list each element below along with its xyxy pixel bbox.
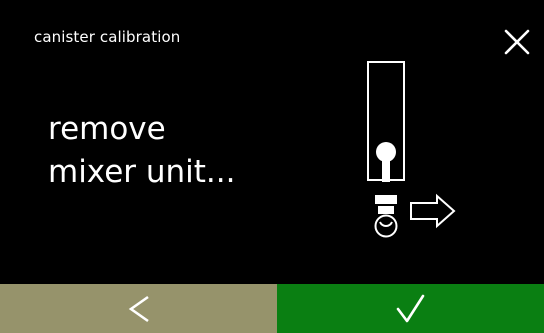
instruction-text: remove mixer unit...: [48, 108, 236, 194]
footer-bar: [0, 284, 544, 333]
confirm-button[interactable]: [277, 284, 544, 333]
checkmark-icon: [396, 294, 424, 322]
close-icon: [504, 29, 530, 55]
instruction-line-2: mixer unit...: [48, 154, 236, 190]
back-button[interactable]: [0, 284, 277, 333]
calibration-screen: canister calibration remove mixer unit..…: [0, 0, 544, 333]
chevron-left-icon: [128, 295, 149, 322]
mixer-unit-removal-icon: [356, 58, 468, 246]
screen-title: canister calibration: [34, 28, 181, 46]
instruction-line-1: remove: [48, 111, 166, 147]
close-button[interactable]: [501, 26, 533, 58]
